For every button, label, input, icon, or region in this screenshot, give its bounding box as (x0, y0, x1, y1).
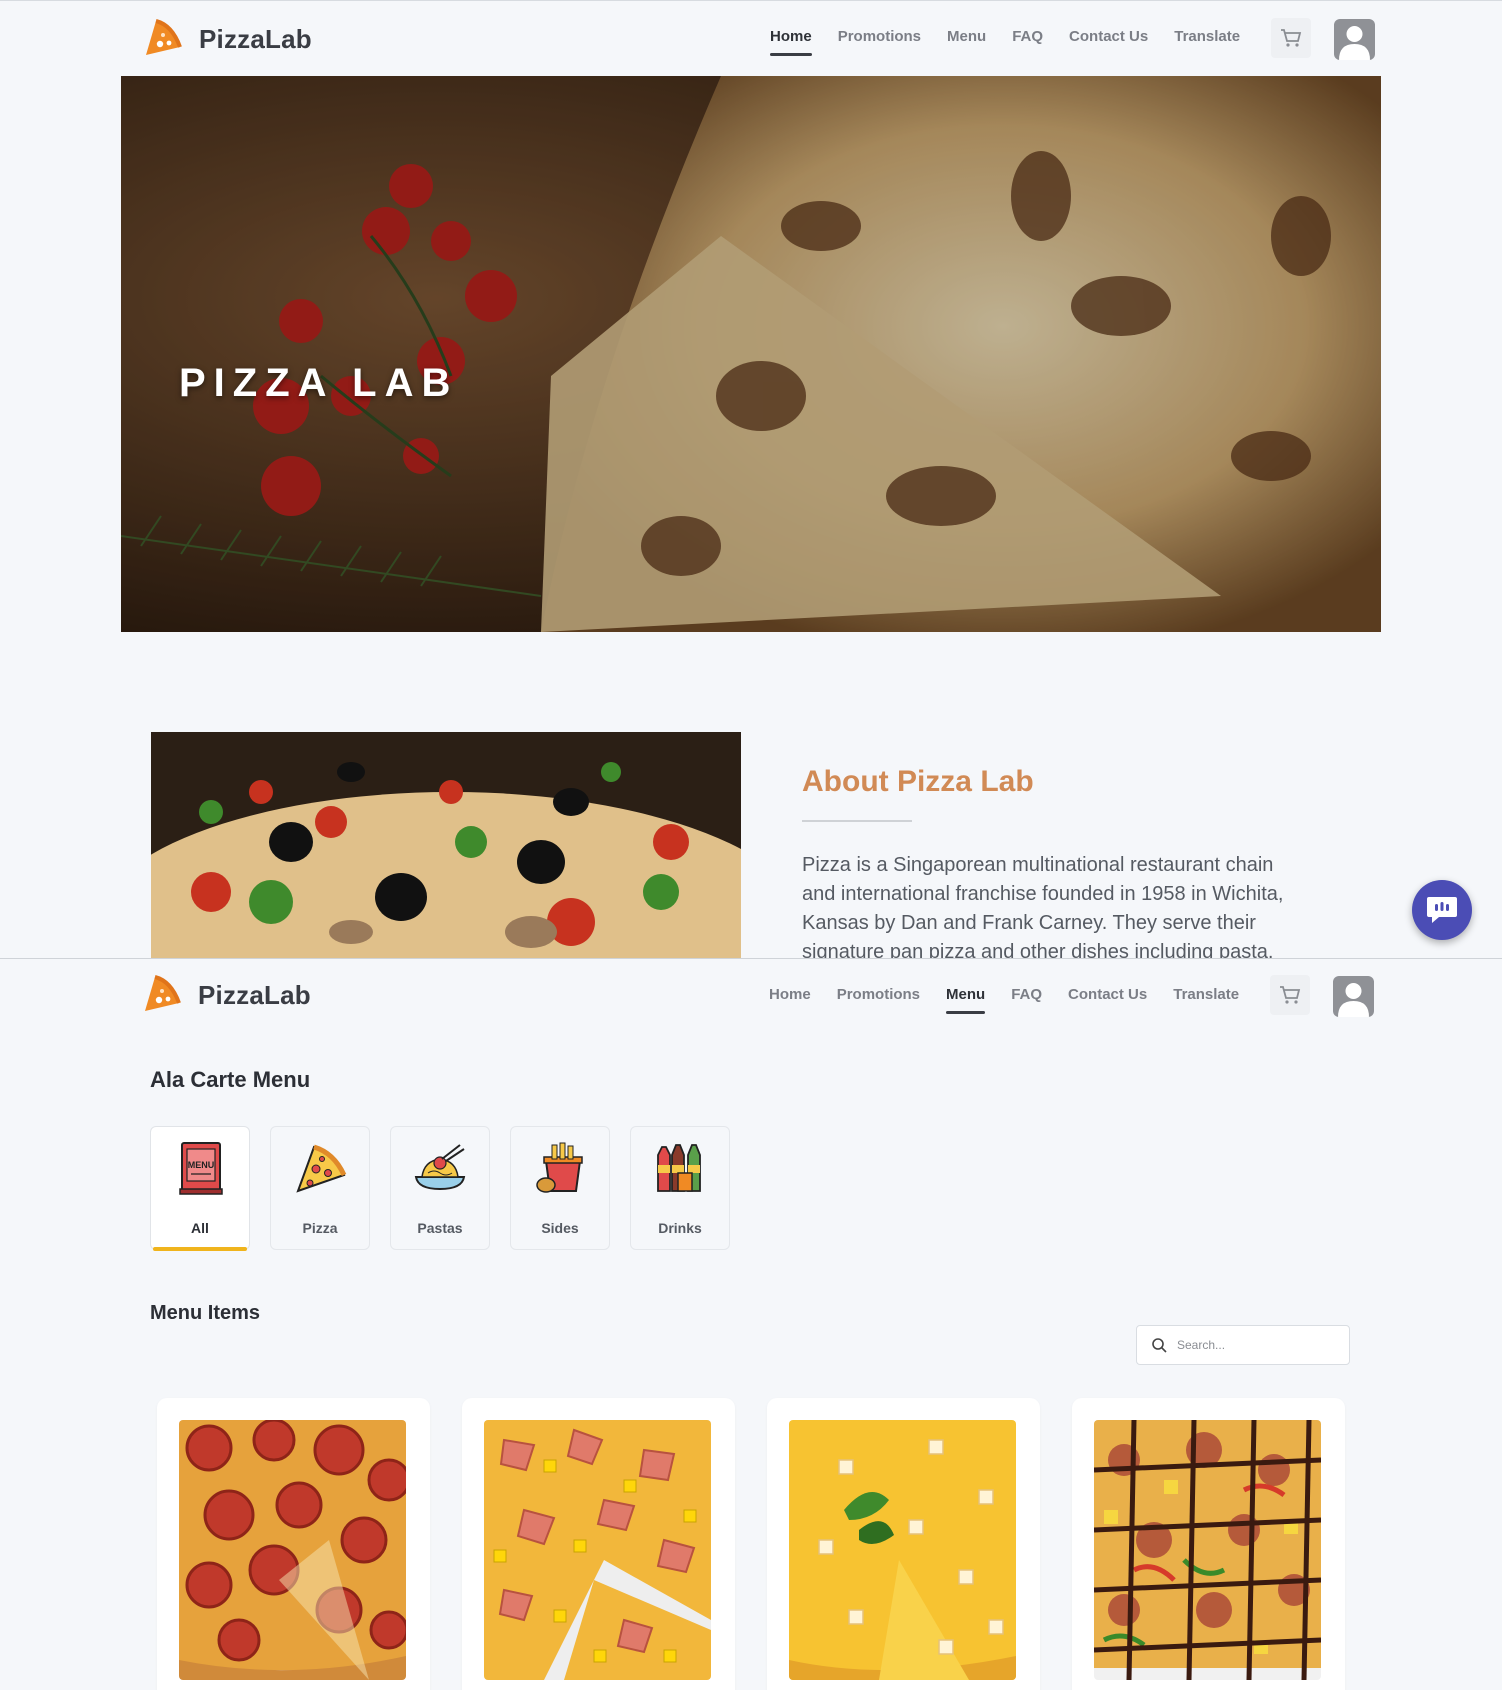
menu-book-icon: MENU (179, 1142, 223, 1195)
pizza-logo-icon (146, 19, 182, 55)
drink-bottles-icon (657, 1144, 701, 1192)
menu-item-card[interactable] (462, 1398, 735, 1690)
menu-item-card[interactable] (157, 1398, 430, 1690)
menu-screen: PizzaLab Home Promotions Menu FAQ Contac… (0, 958, 1502, 1690)
category-tabs: MENU All Pizza Pastas Sides Drinks (150, 1126, 750, 1251)
ala-carte-title: Ala Carte Menu (150, 1067, 311, 1092)
main-nav: Home Promotions Menu FAQ Contact Us Tran… (769, 986, 1265, 1016)
hero-title: PIZZA LAB (179, 361, 459, 405)
brand-name: PizzaLab (199, 23, 312, 54)
user-avatar[interactable] (1333, 976, 1374, 1017)
about-divider (802, 820, 912, 822)
nav-contact[interactable]: Contact Us (1068, 986, 1147, 1016)
about-text: Pizza is a Singaporean multinational res… (802, 854, 1284, 958)
nav-faq[interactable]: FAQ (1011, 986, 1042, 1016)
search-input[interactable] (1177, 1338, 1327, 1352)
about-title: About Pizza Lab (802, 765, 1034, 798)
user-icon (1338, 983, 1369, 1017)
main-nav: Home Promotions Menu FAQ Contact Us Tran… (770, 28, 1266, 58)
pasta-bowl-icon (414, 1144, 466, 1191)
brand-logo[interactable]: PizzaLab (139, 973, 311, 1017)
cart-icon (1280, 986, 1301, 1004)
category-all[interactable]: MENU All (150, 1126, 250, 1251)
brand-name: PizzaLab (198, 979, 311, 1010)
nav-translate[interactable]: Translate (1174, 28, 1240, 58)
menu-items-grid (157, 1398, 1377, 1690)
nav-home[interactable]: Home (769, 986, 811, 1016)
search-box[interactable] (1136, 1325, 1350, 1365)
nav-menu[interactable]: Menu (946, 986, 986, 1016)
nav-translate[interactable]: Translate (1173, 986, 1239, 1016)
svg-text:MENU: MENU (188, 1160, 215, 1170)
sides-bucket-icon (536, 1142, 583, 1193)
pizza-logo-icon (145, 975, 181, 1011)
category-label: Drinks (658, 1220, 702, 1236)
nav-promotions[interactable]: Promotions (837, 986, 920, 1016)
cart-button[interactable] (1270, 975, 1310, 1015)
about-image-graphic (151, 732, 741, 958)
pepperoni-pizza-image (179, 1420, 406, 1680)
category-label: Pastas (417, 1220, 463, 1236)
user-avatar[interactable] (1334, 19, 1375, 60)
top-navbar: PizzaLab Home Promotions Menu FAQ Contac… (0, 1, 1502, 77)
cheese-pizza-image (789, 1420, 1016, 1680)
category-label: All (191, 1220, 209, 1236)
category-label: Pizza (302, 1220, 338, 1236)
category-pizza[interactable]: Pizza (270, 1126, 370, 1250)
category-pastas[interactable]: Pastas (390, 1126, 490, 1250)
chat-button[interactable] (1412, 880, 1472, 940)
category-sides[interactable]: Sides (510, 1126, 610, 1250)
menu-item-image (789, 1420, 1016, 1680)
nav-home[interactable]: Home (770, 28, 812, 58)
brand-logo[interactable]: PizzaLab (140, 17, 312, 61)
nav-faq[interactable]: FAQ (1012, 28, 1043, 58)
pizza-slice-icon (296, 1144, 347, 1193)
home-screen: PizzaLab Home Promotions Menu FAQ Contac… (0, 0, 1502, 958)
category-drinks[interactable]: Drinks (630, 1126, 730, 1250)
chat-icon (1427, 897, 1457, 923)
nav-promotions[interactable]: Promotions (838, 28, 921, 58)
search-icon (1152, 1338, 1167, 1353)
category-label: Sides (541, 1220, 579, 1236)
user-icon (1339, 26, 1370, 60)
menu-item-image (484, 1420, 711, 1680)
hawaiian-pizza-image (484, 1420, 711, 1680)
menu-items-title: Menu Items (150, 1302, 261, 1324)
nav-menu[interactable]: Menu (947, 28, 986, 58)
top-navbar-menu: PizzaLab Home Promotions Menu FAQ Contac… (0, 959, 1502, 1035)
menu-item-image (179, 1420, 406, 1680)
menu-item-card[interactable] (1072, 1398, 1345, 1690)
bbq-chicken-pizza-image (1094, 1420, 1321, 1680)
cart-icon (1281, 29, 1302, 47)
hero-pizza-image (121, 76, 1381, 632)
cart-button[interactable] (1271, 18, 1311, 58)
menu-item-image (1094, 1420, 1321, 1680)
about-pizza-image (151, 732, 741, 958)
menu-item-card[interactable] (767, 1398, 1040, 1690)
hero-banner: PIZZA LAB (121, 76, 1381, 632)
nav-contact[interactable]: Contact Us (1069, 28, 1148, 58)
